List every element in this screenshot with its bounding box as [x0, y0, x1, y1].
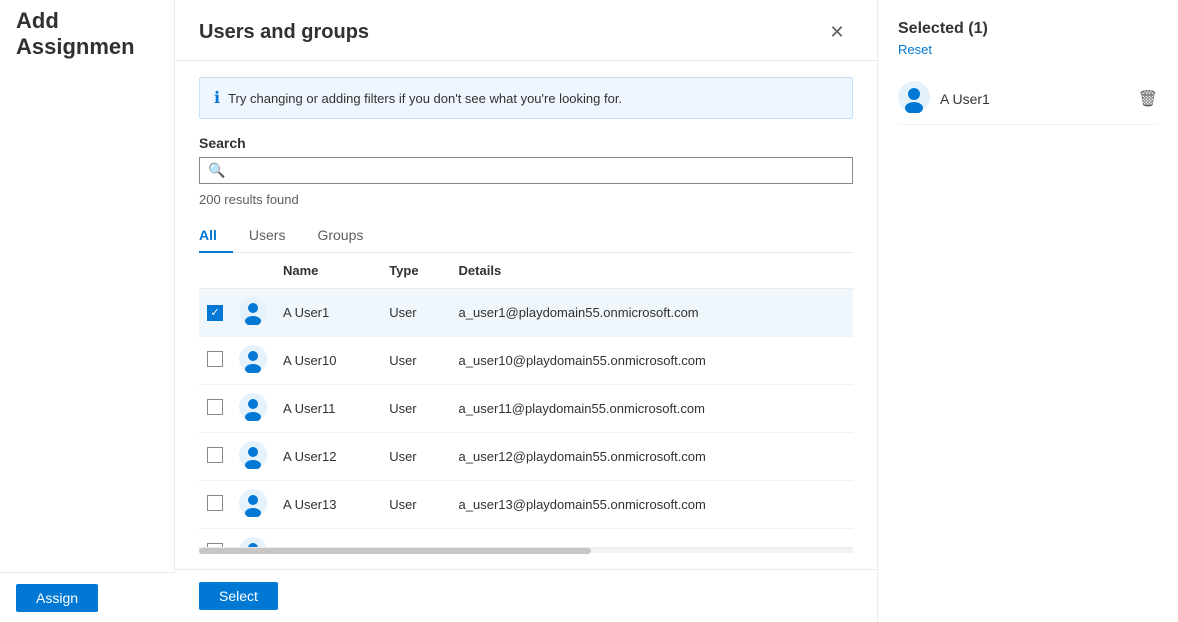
selected-users-list: A User1 🗑	[898, 73, 1158, 125]
user-name: A User14	[275, 529, 381, 548]
row-checkbox[interactable]	[207, 351, 223, 367]
user-details: a_user14@playdomain55.onmicrosoft.com	[451, 529, 853, 548]
info-banner: ℹ Try changing or adding filters if you …	[199, 77, 853, 119]
search-icon: 🔍	[208, 162, 225, 179]
user-details: a_user13@playdomain55.onmicrosoft.com	[451, 481, 853, 529]
col-avatar	[231, 253, 275, 289]
table-row[interactable]: A User1Usera_user1@playdomain55.onmicros…	[199, 289, 853, 337]
user-avatar	[239, 297, 267, 328]
selected-header: Selected (1)	[898, 20, 1158, 38]
user-avatar	[239, 489, 267, 520]
user-name: A User11	[275, 385, 381, 433]
user-name: A User1	[275, 289, 381, 337]
results-count: 200 results found	[199, 192, 853, 207]
assign-button[interactable]: Assign	[16, 584, 98, 612]
selected-user-name: A User1	[940, 91, 1128, 107]
modal-footer: Select	[175, 569, 877, 622]
selected-user-item: A User1 🗑	[898, 73, 1158, 125]
user-type: User	[381, 529, 450, 548]
page-title: Add Assignmen	[0, 0, 175, 622]
row-checkbox[interactable]	[207, 495, 223, 511]
tab-all[interactable]: All	[199, 219, 233, 253]
user-details: a_user1@playdomain55.onmicrosoft.com	[451, 289, 853, 337]
col-checkbox	[199, 253, 231, 289]
tab-groups[interactable]: Groups	[301, 219, 379, 253]
user-details: a_user11@playdomain55.onmicrosoft.com	[451, 385, 853, 433]
col-header-name: Name	[275, 253, 381, 289]
search-box[interactable]: 🔍	[199, 157, 853, 184]
modal-close-button[interactable]: ✕	[821, 16, 853, 48]
user-avatar	[239, 537, 267, 547]
col-header-type: Type	[381, 253, 450, 289]
selected-user-avatar	[898, 81, 930, 116]
horizontal-scrollbar[interactable]	[199, 547, 853, 553]
user-type: User	[381, 433, 450, 481]
modal-title: Users and groups	[199, 21, 369, 44]
user-name: A User10	[275, 337, 381, 385]
users-groups-modal: Users and groups ✕ ℹ Try changing or add…	[175, 0, 1178, 622]
table-row[interactable]: A User14Usera_user14@playdomain55.onmicr…	[199, 529, 853, 548]
reset-link[interactable]: Reset	[898, 42, 1158, 57]
modal-content-left: Users and groups ✕ ℹ Try changing or add…	[175, 0, 878, 622]
user-type: User	[381, 337, 450, 385]
table-row[interactable]: A User10Usera_user10@playdomain55.onmicr…	[199, 337, 853, 385]
search-label: Search	[199, 135, 853, 151]
row-checkbox[interactable]	[207, 399, 223, 415]
info-icon: ℹ	[214, 88, 220, 108]
user-details: a_user10@playdomain55.onmicrosoft.com	[451, 337, 853, 385]
user-name: A User13	[275, 481, 381, 529]
tab-users[interactable]: Users	[233, 219, 302, 253]
select-button[interactable]: Select	[199, 582, 278, 610]
user-type: User	[381, 289, 450, 337]
users-table-container: Name Type Details A User1Usera_user1@pla…	[199, 253, 853, 547]
user-name: A User12	[275, 433, 381, 481]
user-type: User	[381, 385, 450, 433]
user-avatar	[239, 345, 267, 376]
table-row[interactable]: A User12Usera_user12@playdomain55.onmicr…	[199, 433, 853, 481]
user-avatar	[239, 393, 267, 424]
modal-selected-panel: Selected (1) Reset A User1 🗑	[878, 0, 1178, 622]
user-details: a_user12@playdomain55.onmicrosoft.com	[451, 433, 853, 481]
table-row[interactable]: A User11Usera_user11@playdomain55.onmicr…	[199, 385, 853, 433]
user-type: User	[381, 481, 450, 529]
filter-tabs: All Users Groups	[199, 219, 853, 253]
user-avatar	[239, 441, 267, 472]
row-checkbox[interactable]	[207, 447, 223, 463]
remove-user-button[interactable]: 🗑	[1138, 89, 1158, 109]
users-table: Name Type Details A User1Usera_user1@pla…	[199, 253, 853, 547]
info-text: Try changing or adding filters if you do…	[228, 91, 622, 106]
scrollbar-thumb[interactable]	[199, 548, 591, 554]
row-checkbox[interactable]	[207, 305, 223, 321]
col-header-details: Details	[451, 253, 853, 289]
search-input[interactable]	[231, 163, 844, 179]
table-row[interactable]: A User13Usera_user13@playdomain55.onmicr…	[199, 481, 853, 529]
